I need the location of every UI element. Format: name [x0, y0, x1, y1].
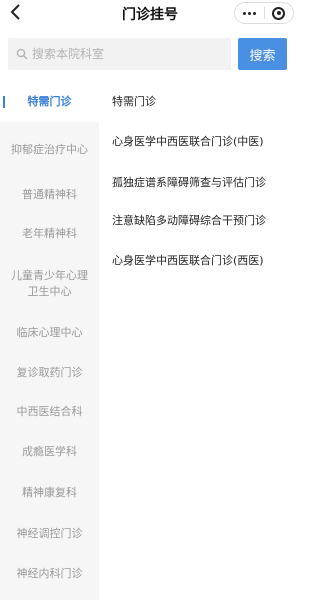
sidebar-item-label: 复诊取药门诊 — [16, 366, 83, 379]
sidebar-item-label: 儿童青少年心理卫生中心 — [11, 269, 88, 298]
sidebar-item-integrative-medicine[interactable]: 中西医结合科 — [0, 392, 99, 432]
sidebar-item-label: 普通精神科 — [22, 188, 77, 201]
sidebar-item-geriatric-psychiatry[interactable]: 老年精神科 — [0, 212, 99, 256]
search-bar — [8, 38, 231, 70]
sidebar-item-label: 特需门诊 — [27, 95, 72, 108]
department-item[interactable]: 心身医学中西医联合门诊(中医) — [112, 135, 264, 149]
department-item[interactable]: 特需门诊 — [112, 95, 156, 109]
active-indicator — [3, 96, 5, 108]
sidebar-item-label: 中西医结合科 — [16, 405, 83, 418]
department-item[interactable]: 心身医学中西医联合门诊(西医) — [112, 254, 264, 268]
sidebar-item-psychiatric-rehab[interactable]: 精神康复科 — [0, 472, 99, 514]
nav-bar: 门诊挂号 — [0, 0, 300, 28]
department-item[interactable]: 注意缺陷多动障碍综合干预门诊 — [112, 214, 266, 228]
sidebar-item-label: 神经调控门诊 — [16, 527, 83, 540]
sidebar-item-child-adolescent[interactable]: 儿童青少年心理卫生中心 — [0, 256, 99, 312]
close-target-icon[interactable] — [265, 3, 294, 23]
sidebar-item-label: 临床心理中心 — [16, 326, 83, 339]
sidebar-item-label: 抑郁症治疗中心 — [11, 143, 88, 156]
sidebar-item-special-clinic[interactable]: 特需门诊 — [0, 82, 99, 122]
sidebar-item-label: 老年精神科 — [22, 227, 77, 240]
search-input[interactable] — [32, 47, 222, 61]
department-item[interactable]: 孤独症谱系障碍筛查与评估门诊 — [112, 176, 266, 190]
sidebar-item-clinical-psychology[interactable]: 临床心理中心 — [0, 312, 99, 354]
sidebar-item-addiction-medicine[interactable]: 成瘾医学科 — [0, 432, 99, 472]
search-icon — [16, 48, 28, 60]
sidebar-item-depression-center[interactable]: 抑郁症治疗中心 — [0, 122, 99, 178]
department-list: 特需门诊 心身医学中西医联合门诊(中医) 孤独症谱系障碍筛查与评估门诊 注意缺陷… — [99, 82, 300, 600]
sidebar-item-refill-clinic[interactable]: 复诊取药门诊 — [0, 354, 99, 392]
sidebar-item-label: 成瘾医学科 — [22, 445, 77, 458]
sidebar-item-label: 神经内科门诊 — [16, 567, 83, 580]
sidebar-item-neuromodulation[interactable]: 神经调控门诊 — [0, 514, 99, 554]
sidebar-item-general-psychiatry[interactable]: 普通精神科 — [0, 178, 99, 212]
search-button[interactable]: 搜索 — [238, 38, 287, 70]
department-category-sidebar: 特需门诊 抑郁症治疗中心 普通精神科 老年精神科 儿童青少年心理卫生中心 临床心… — [0, 82, 99, 600]
mini-program-capsule — [234, 2, 294, 24]
more-icon[interactable] — [235, 3, 264, 23]
sidebar-item-neurology[interactable]: 神经内科门诊 — [0, 554, 99, 594]
sidebar-item-label: 精神康复科 — [22, 486, 77, 499]
